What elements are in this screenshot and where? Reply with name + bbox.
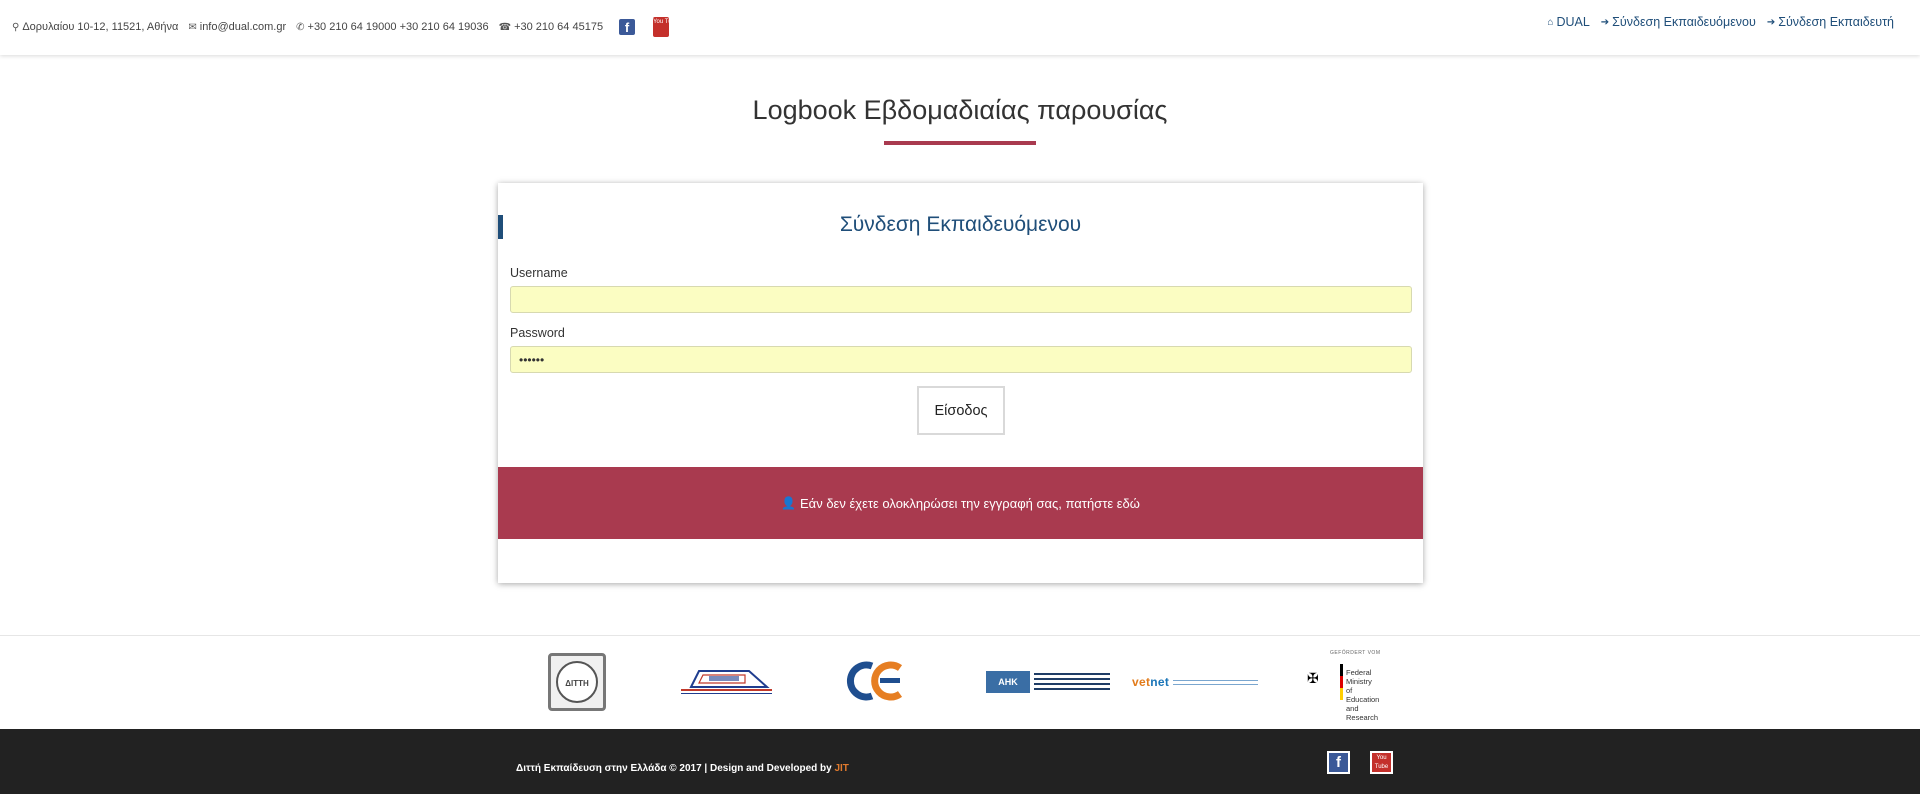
nav-student-login-link[interactable]: ➔ Σύνδεση Εκπαιδευόμενου xyxy=(1601,15,1756,29)
eagle-icon: ✠ xyxy=(1307,670,1319,686)
fax-text: +30 210 64 45175 xyxy=(514,21,604,33)
ahk-logo: AHK xyxy=(986,669,1110,694)
email-item[interactable]: ✉ info@dual.com.gr xyxy=(188,21,286,33)
fax-item: ☎ +30 210 64 45175 xyxy=(499,21,603,33)
phone-item: ✆ +30 210 64 19000 +30 210 64 19036 xyxy=(296,21,488,33)
vetnet-logo-text: vetnet xyxy=(1132,675,1170,689)
facebook-icon[interactable]: f xyxy=(619,19,636,35)
youtube-icon[interactable]: You Tube xyxy=(653,17,678,37)
username-input[interactable] xyxy=(510,286,1412,313)
register-link-band[interactable]: 👤 Εάν δεν έχετε ολοκληρώσει την εγγραφή … xyxy=(498,467,1423,539)
facebook-icon: f xyxy=(1329,753,1348,772)
email-link[interactable]: info@dual.com.gr xyxy=(200,21,286,33)
footer-facebook-button[interactable]: f xyxy=(1327,751,1350,774)
top-nav: ⌂ DUAL ➔ Σύνδεση Εκπαιδευόμενου ➔ Σύνδεσ… xyxy=(1536,15,1894,29)
nav-trainer-login-link[interactable]: ➔ Σύνδεση Εκπαιδευτή xyxy=(1767,15,1894,29)
address-item: ⚲ Δορυλαίου 10-12, 11521, Αθήνα xyxy=(12,21,178,33)
developer-link[interactable]: JIT xyxy=(834,763,848,774)
copyright-text: Διττή Εκπαίδευση στην Ελλάδα © 2017 | De… xyxy=(516,763,849,774)
top-bar: ⚲ Δορυλαίου 10-12, 11521, Αθήνα ✉ info@d… xyxy=(0,0,1920,55)
logos-divider xyxy=(0,635,1920,636)
login-button[interactable]: Είσοδος xyxy=(917,386,1005,435)
password-input[interactable] xyxy=(510,346,1412,373)
youtube-icon: You Tube xyxy=(1372,753,1391,772)
bmbf-logo: GEFÖRDERT VOM ✠ Federal Ministry of Educ… xyxy=(1307,650,1381,722)
footer-youtube-button[interactable]: You Tube xyxy=(1370,751,1393,774)
train-logo xyxy=(681,670,772,694)
sign-in-icon: ➔ xyxy=(1766,16,1776,28)
nav-student-login-label: Σύνδεση Εκπαιδευόμενου xyxy=(1612,15,1756,29)
footer xyxy=(0,729,1920,794)
nav-home-label: DUAL xyxy=(1556,15,1590,29)
address-text: Δορυλαίου 10-12, 11521, Αθήνα xyxy=(22,21,179,33)
top-social: f You Tube xyxy=(619,17,678,37)
phone-text: +30 210 64 19000 +30 210 64 19036 xyxy=(307,21,489,33)
phone-icon: ✆ xyxy=(296,21,305,33)
user-plus-icon: 👤 xyxy=(781,496,797,510)
nav-trainer-login-label: Σύνδεση Εκπαιδευτή xyxy=(1778,15,1894,29)
ditth-logo: ΔΙΤΤΗ xyxy=(548,653,606,711)
vetnet-logo: vetnet xyxy=(1132,672,1258,692)
login-card: Σύνδεση Εκπαιδευόμενου Username Password… xyxy=(498,183,1423,583)
page-title: Logbook Εβδομαδιαίας παρουσίας xyxy=(752,95,1168,125)
fax-icon: ☎ xyxy=(498,21,512,33)
ditth-logo-text: ΔΙΤΤΗ xyxy=(556,661,598,703)
password-label: Password xyxy=(510,326,565,340)
map-marker-icon: ⚲ xyxy=(12,21,20,33)
envelope-icon: ✉ xyxy=(188,21,197,33)
register-link-text[interactable]: Εάν δεν έχετε ολοκληρώσει την εγγραφή σα… xyxy=(800,496,1140,511)
username-label: Username xyxy=(510,266,568,280)
contact-info: ⚲ Δορυλαίου 10-12, 11521, Αθήνα ✉ info@d… xyxy=(12,17,678,37)
nav-home-link[interactable]: ⌂ DUAL xyxy=(1547,15,1589,29)
login-card-title: Σύνδεση Εκπαιδευόμενου xyxy=(839,213,1082,236)
title-underline xyxy=(884,141,1036,145)
sign-in-icon: ➔ xyxy=(1600,16,1610,28)
ahk-logo-mark: AHK xyxy=(986,670,1030,693)
ce-logo xyxy=(847,661,903,701)
home-icon: ⌂ xyxy=(1547,16,1554,28)
